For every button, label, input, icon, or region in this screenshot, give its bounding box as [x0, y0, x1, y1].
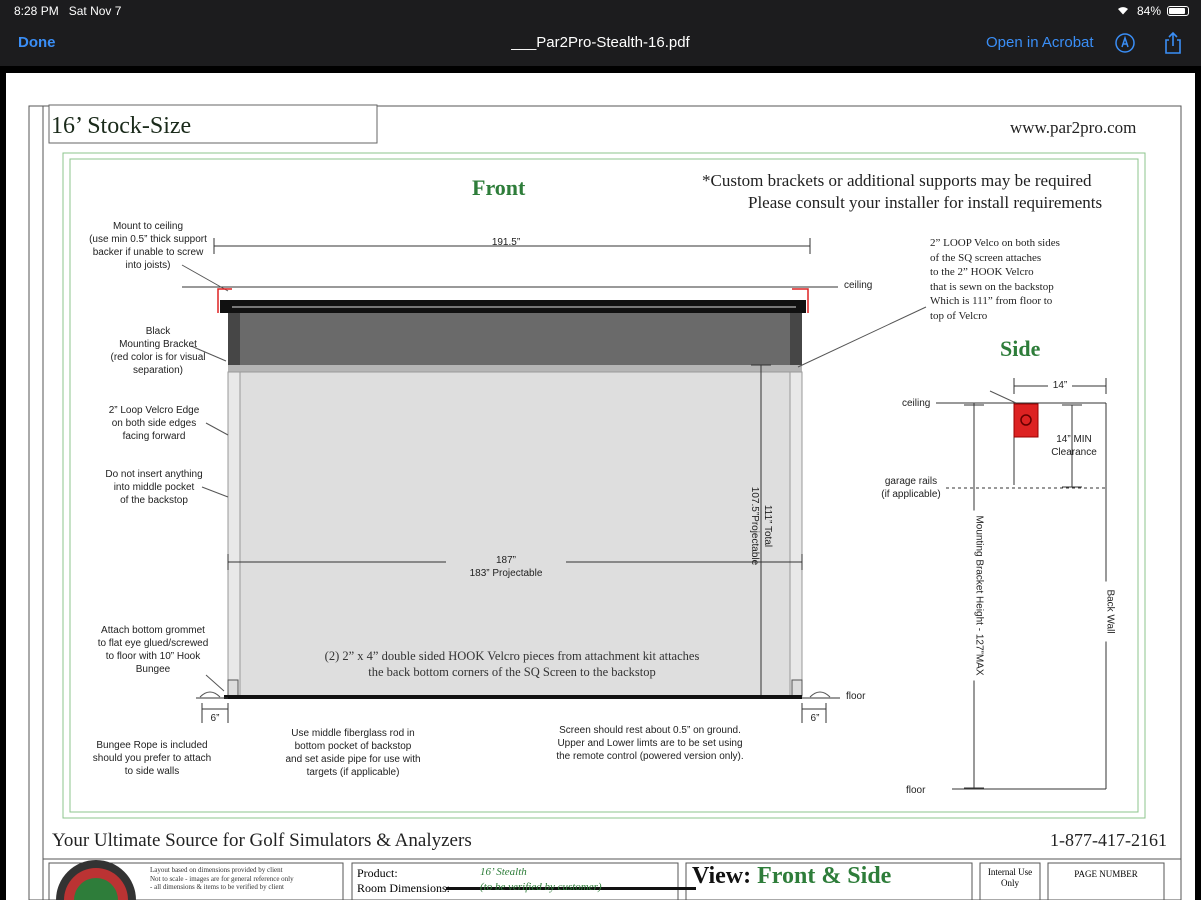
battery-percent: 84% [1136, 4, 1161, 18]
side-title: Side [1000, 336, 1041, 361]
product-value: 16’ Stealth [480, 866, 527, 878]
open-in-acrobat-button[interactable]: Open in Acrobat [986, 34, 1094, 51]
nav-bar: Done ___Par2Pro-Stealth-16.pdf Open in A… [0, 22, 1201, 66]
front-title: Front [472, 175, 526, 200]
website: www.par2pro.com [1010, 118, 1137, 137]
garage-note: garage rails (if applicable) [881, 476, 941, 500]
grommet-note: Attach bottom grommet to flat eye glued/s… [97, 625, 209, 675]
product-label: Product: [357, 866, 398, 880]
footer-tagline: Your Ultimate Source for Golf Simulators… [52, 830, 472, 851]
dim-right-6: 6” [810, 713, 820, 724]
velcro-edge-note: 2” Loop Velcro Edge on both side edges fac… [108, 405, 200, 442]
room-value: (to be verified by customer) [480, 881, 602, 893]
internal-use: Internal Use Only [987, 867, 1033, 888]
floor-label: floor [846, 691, 866, 702]
pdf-page: 16’ Stock-Size www.par2pro.com Front *Cu… [6, 73, 1195, 900]
share-icon[interactable] [1163, 31, 1183, 55]
wifi-icon [1118, 7, 1128, 15]
bungee-note: Bungee Rope is included should you prefer… [92, 740, 212, 777]
rest-note: Screen should rest about 0.5” on ground.… [556, 725, 744, 762]
pocket-note: Do not insert anything into middle pocket… [105, 469, 203, 506]
status-bar: 8:28 PM Sat Nov 7 84% [0, 0, 1201, 22]
markup-icon[interactable] [1115, 33, 1135, 53]
page-number-label: PAGE NUMBER [1074, 869, 1138, 879]
dim-height: 111” Total 107.5”Projectable [749, 486, 773, 566]
layout-note: Layout based on dimensions provided by c… [150, 866, 294, 891]
side-dim-top: 14” [1048, 379, 1072, 392]
room-label: Room Dimensions: [357, 881, 451, 895]
dim-width: 191.5” [491, 237, 521, 248]
status-time: 8:28 PM Sat Nov 7 [14, 4, 122, 18]
rod-note: Use middle fiberglass rod in bottom pocke… [285, 728, 421, 778]
view-label: View: Front & Side [692, 863, 892, 889]
dim-left-6: 6” [210, 713, 220, 724]
custom-note-2: Please consult your installer for instal… [748, 193, 1103, 212]
mounting-height: Mounting Bracket Height - 127”MAX [972, 510, 986, 681]
side-ceiling: ceiling [902, 398, 931, 409]
back-wall: Back Wall [1103, 581, 1117, 642]
dim-inner-width: 187” 183” Projectable [446, 554, 566, 580]
page-heading: 16’ Stock-Size [51, 113, 192, 139]
phone-number: 1-877-417-2161 [1050, 830, 1167, 850]
custom-note-1: *Custom brackets or additional supports … [702, 171, 1092, 190]
mount-note: Mount to ceiling (use min 0.5” thick supp… [89, 221, 207, 271]
loop-note: 2” LOOP Velco on both sides of the SQ scr… [930, 237, 1060, 322]
bracket-note: Black Mounting Bracket (red color is for v… [110, 326, 206, 376]
clearance-note: 14” MIN Clearance [1051, 434, 1097, 458]
side-floor: floor [906, 785, 926, 796]
ceiling-label: ceiling [844, 280, 873, 291]
hook-note: (2) 2” x 4” double sided HOOK Velcro pie… [324, 649, 700, 679]
battery-icon [1167, 6, 1189, 16]
